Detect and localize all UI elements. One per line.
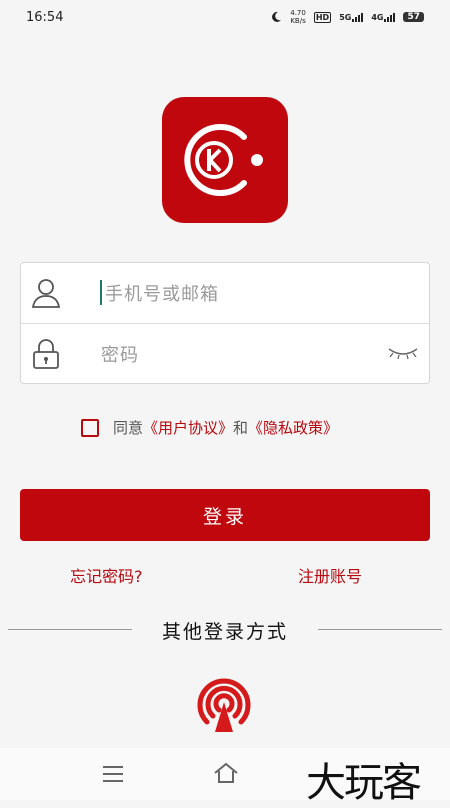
status-icons: 4.70 KB/s HD 5G 4G 57	[270, 9, 424, 25]
login-button[interactable]: 登录	[20, 489, 430, 541]
lock-icon	[33, 339, 59, 369]
user-agreement-link[interactable]: 《用户协议》	[143, 417, 233, 438]
other-login-label: 其他登录方式	[161, 621, 288, 643]
net-speed: 4.70 KB/s	[290, 9, 306, 25]
signal-5g: 5G	[339, 12, 364, 22]
logo-mark-icon	[184, 124, 263, 196]
agreement-checkbox[interactable]	[81, 418, 99, 437]
app-logo	[162, 97, 288, 223]
signal-bars-icon	[352, 12, 364, 22]
status-bar: 16:54 4.70 KB/s HD 5G 4G 57	[0, 0, 450, 34]
password-field[interactable]: 密码	[21, 324, 429, 384]
register-link[interactable]: 注册账号	[298, 563, 362, 587]
signal-4g: 4G	[371, 12, 396, 22]
forgot-password-link[interactable]: 忘记密码?	[70, 563, 143, 587]
account-input[interactable]: 手机号或邮箱	[105, 280, 219, 306]
text-cursor	[100, 280, 102, 305]
hd-badge: HD	[313, 11, 332, 23]
eye-closed-icon[interactable]	[387, 346, 419, 360]
agreement-prefix: 同意	[113, 419, 144, 437]
account-field[interactable]: 手机号或邮箱	[21, 263, 429, 324]
watermark: 大玩客	[306, 760, 422, 806]
user-icon	[31, 279, 61, 308]
agreement-conjunction: 和	[233, 419, 249, 437]
other-login-divider: 其他登录方式	[0, 615, 450, 645]
password-input[interactable]: 密码	[101, 341, 139, 367]
divider-line	[318, 629, 442, 630]
login-form: 手机号或邮箱 密码	[20, 262, 430, 384]
broadcast-login-icon[interactable]	[193, 672, 255, 734]
agreement-row: 同意 《用户协议》 和 《隐私政策》	[81, 417, 338, 438]
home-icon[interactable]	[213, 761, 239, 785]
signal-bars-icon	[384, 12, 396, 22]
privacy-policy-link[interactable]: 《隐私政策》	[248, 417, 338, 438]
menu-icon[interactable]	[103, 766, 123, 782]
moon-icon	[272, 11, 282, 22]
system-nav-bar: 大玩客	[0, 748, 450, 806]
status-time: 16:54	[26, 9, 64, 25]
battery-indicator: 57	[403, 12, 424, 22]
